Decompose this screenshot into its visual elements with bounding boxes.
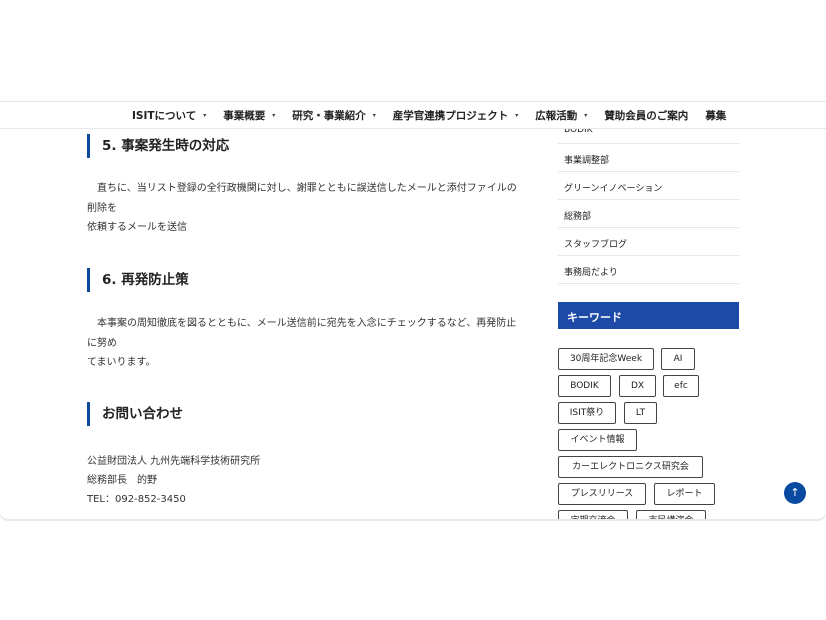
keyword-tag[interactable]: レポート: [654, 483, 715, 505]
nav-item-overview[interactable]: 事業概要 ▾: [223, 108, 275, 123]
nav-item-about[interactable]: ISITについて ▾: [132, 108, 206, 123]
keyword-tag[interactable]: 定期交流会: [558, 510, 628, 519]
category-link[interactable]: スタッフブログ: [558, 228, 739, 256]
chevron-down-icon: ▾: [584, 111, 588, 119]
global-nav: ISITについて ▾ 事業概要 ▾ 研究・事業紹介 ▾ 産学官連携プロジェクト ▾ 広報…: [0, 101, 826, 129]
back-to-top-button[interactable]: ↑: [784, 482, 806, 504]
keyword-tag[interactable]: AI: [661, 348, 695, 370]
contact-org: 公益財団法人 九州先端科学技術研究所: [87, 456, 261, 467]
chevron-down-icon: ▾: [372, 111, 376, 119]
keyword-tag[interactable]: 30周年記念Week: [558, 348, 654, 370]
nav-item-research[interactable]: 研究・事業紹介 ▾: [292, 108, 376, 123]
chevron-down-icon: ▾: [515, 111, 519, 119]
category-link[interactable]: グリーンイノベーション: [558, 172, 739, 200]
keyword-tag[interactable]: DX: [619, 375, 656, 397]
chevron-down-icon: ▾: [272, 111, 276, 119]
chevron-down-icon: ▾: [203, 111, 207, 119]
nav-item-recruit[interactable]: 募集: [705, 108, 726, 123]
contact-person: 総務部長 的野: [87, 475, 157, 486]
keyword-tag[interactable]: プレスリリース: [558, 483, 646, 505]
keyword-tag[interactable]: efc: [663, 375, 699, 397]
page-viewport: ISITについて ▾ 事業概要 ▾ 研究・事業紹介 ▾ 産学官連携プロジェクト ▾ 広報…: [0, 101, 826, 519]
keyword-tag[interactable]: 市民講演会: [636, 510, 706, 519]
category-link[interactable]: 事務局だより: [558, 256, 739, 284]
keyword-tag[interactable]: LT: [624, 402, 657, 424]
section-heading-contact: お問い合わせ: [87, 402, 183, 426]
section-heading-prevention: 6. 再発防止策: [87, 268, 189, 292]
nav-item-projects[interactable]: 産学官連携プロジェクト ▾: [393, 108, 519, 123]
category-link[interactable]: 事業調整部: [558, 144, 739, 172]
keyword-tag[interactable]: イベント情報: [558, 429, 637, 451]
keyword-tag[interactable]: ISIT祭り: [558, 402, 616, 424]
arrow-up-icon: ↑: [790, 486, 800, 499]
contact-tel: TEL：092-852-3450: [87, 494, 186, 505]
section-body-response: 直ちに、当リスト登録の全行政機関に対し、謝罪とともに誤送信したメールと添付ファイ…: [87, 183, 517, 233]
keyword-tag[interactable]: カーエレクトロニクス研究会: [558, 456, 703, 478]
keyword-tag[interactable]: BODIK: [558, 375, 611, 397]
nav-item-pr[interactable]: 広報活動 ▾: [535, 108, 587, 123]
keyword-heading: キーワード: [558, 302, 739, 329]
category-link[interactable]: 総務部: [558, 200, 739, 228]
nav-item-members[interactable]: 賛助会員のご案内: [604, 108, 688, 123]
section-heading-response: 5. 事案発生時の対応: [87, 134, 229, 158]
section-body-prevention: 本事案の周知徹底を図るとともに、メール送信前に宛先を入念にチェックするなど、再発…: [87, 318, 517, 368]
